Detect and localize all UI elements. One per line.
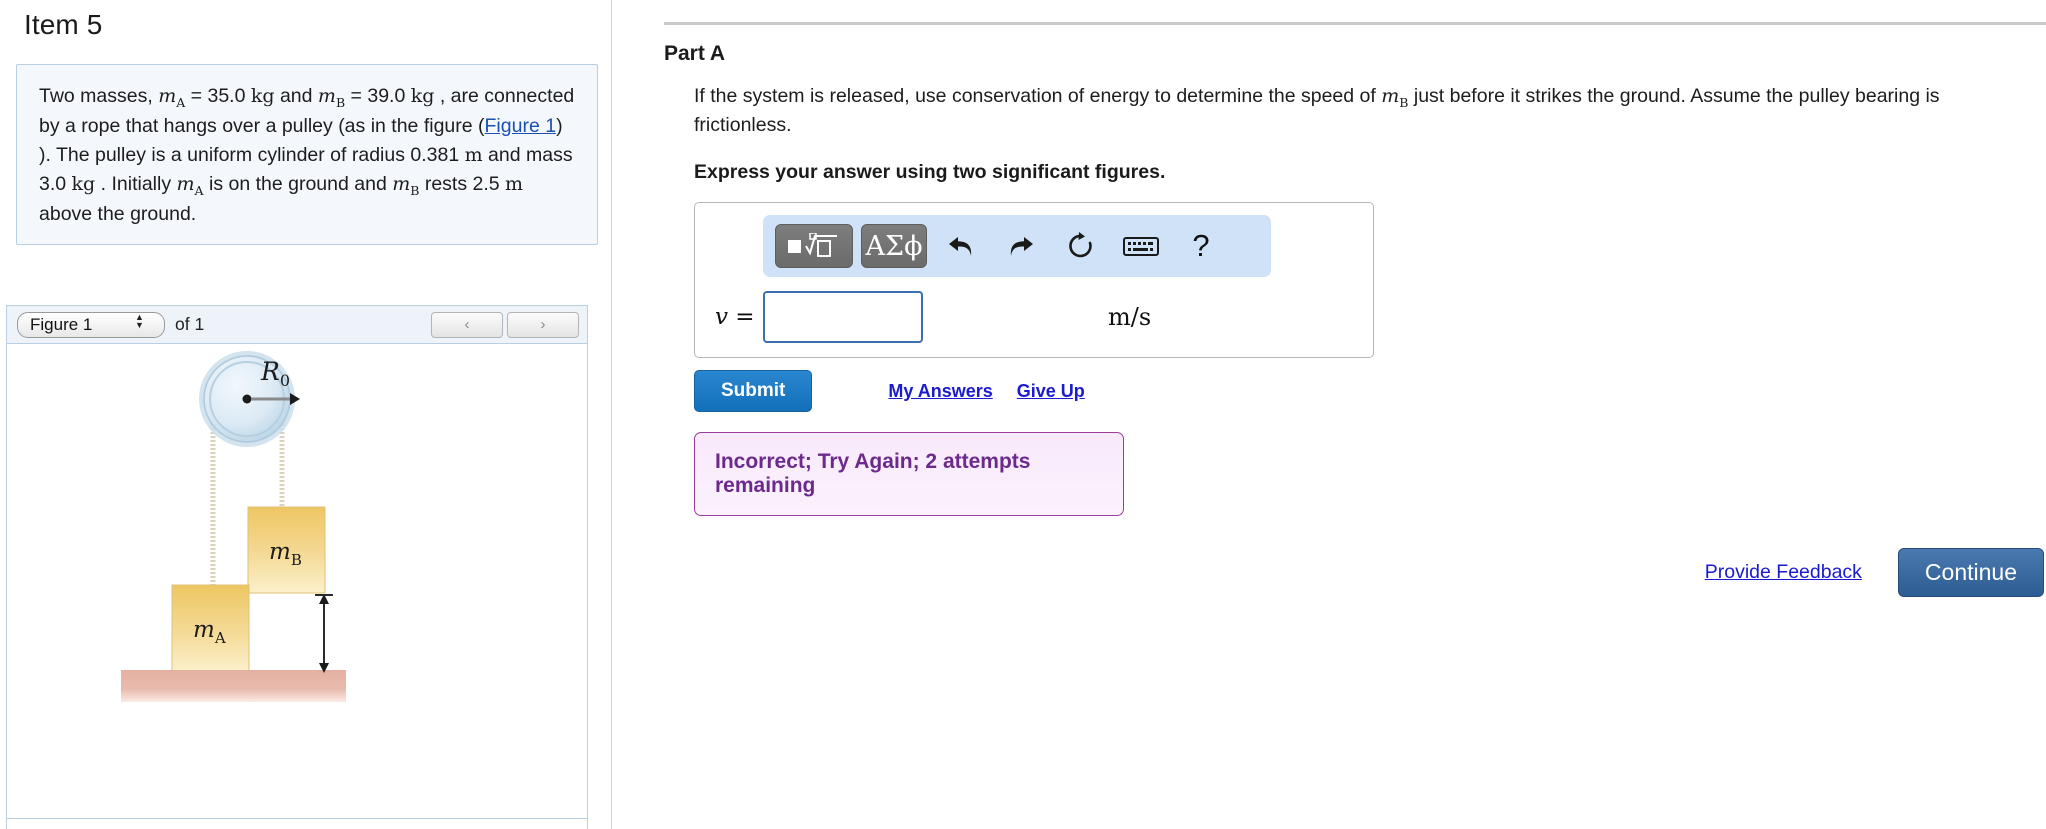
problem-eq-1: = 35.0 [185, 85, 251, 107]
answer-format-instruction: Express your answer using two significan… [694, 161, 1166, 184]
figure-nav-group: ‹ › [431, 311, 579, 338]
problem-seg-6: . Initially [95, 172, 177, 195]
page-title: Item 5 [24, 9, 103, 40]
answer-unit-label: m/s [1108, 303, 1152, 332]
feedback-banner: Incorrect; Try Again; 2 attempts remaini… [694, 432, 1124, 517]
figure-prev-button[interactable]: ‹ [431, 311, 503, 338]
chevron-right-icon: › [540, 316, 546, 333]
continue-button[interactable]: Continue [1897, 548, 2044, 597]
section-divider [664, 22, 2046, 25]
figure-next-button[interactable]: › [507, 311, 579, 338]
figure-footer [6, 819, 588, 829]
answer-row: v = m/s [709, 291, 1359, 344]
help-icon: ? [1192, 228, 1210, 264]
figure-toolbar: Figure 1 ▲ ▼ of 1 ‹ › [6, 305, 588, 343]
my-answers-link[interactable]: My Answers [888, 381, 992, 402]
unit-kg-2: kg [410, 85, 435, 107]
problem-seg-8: rests 2.5 [419, 172, 506, 195]
pulley-radius-label: R0 [260, 357, 290, 390]
figure-canvas[interactable]: R0 mB mA [6, 343, 588, 819]
provide-feedback-link[interactable]: Provide Feedback [1705, 561, 1862, 584]
answer-input[interactable] [763, 291, 923, 344]
page-root: Item 5 Two masses, mA = 35.0 kg and mB =… [0, 0, 2046, 829]
redo-icon [1010, 237, 1033, 257]
answer-variable-label: v = [715, 304, 755, 331]
figure-select[interactable]: Figure 1 [17, 311, 165, 338]
question-text: If the system is released, use conservat… [694, 83, 2034, 139]
left-pane: Item 5 Two masses, mA = 35.0 kg and mB =… [0, 0, 612, 829]
reset-button[interactable] [1055, 224, 1107, 268]
mass-a-symbol-2: mA [176, 172, 204, 198]
undo-button[interactable] [935, 224, 987, 268]
part-a-body: If the system is released, use conservat… [694, 83, 2046, 517]
problem-text: Two masses, mA = 35.0 kg and mB = 39.0 k… [39, 82, 577, 229]
question-mass-b-symbol: mB [1381, 85, 1409, 110]
figure-1-link[interactable]: Figure 1 [485, 115, 557, 137]
math-template-button[interactable] [775, 224, 853, 269]
math-template-icon [788, 233, 837, 258]
chevron-left-icon: ‹ [464, 316, 470, 333]
undo-icon [949, 237, 972, 257]
pulley-radius-arrow [290, 393, 300, 405]
redo-button[interactable] [995, 224, 1047, 268]
question-seg-1: If the system is released, use conservat… [694, 85, 1382, 107]
submit-row: Submit My Answers Give Up [694, 370, 2046, 413]
pulley-figure-svg: R0 mB mA [121, 351, 346, 702]
greek-symbols-icon: ΑΣϕ [865, 230, 923, 262]
pulley-center-dot [242, 394, 252, 404]
mass-a-symbol: mA [158, 85, 186, 110]
unit-kg-1: kg [250, 85, 275, 107]
figure-panel: Figure 1 ▲ ▼ of 1 ‹ › R0 mB mA [6, 305, 588, 829]
figure-count-label: of 1 [175, 314, 205, 334]
right-pane: Part A If the system is released, use co… [612, 0, 2046, 829]
problem-seg-9: above the ground. [39, 202, 197, 225]
keyboard-icon [1123, 237, 1159, 257]
submit-button[interactable]: Submit [694, 370, 813, 413]
unit-m-2: m [505, 172, 524, 195]
help-button[interactable]: ? [1175, 224, 1227, 268]
problem-seg-1: Two masses, [39, 85, 159, 107]
math-toolbar: ΑΣϕ ? [763, 215, 1271, 278]
problem-eq-2: = 39.0 [345, 85, 411, 107]
problem-statement-box: Two masses, mA = 35.0 kg and mB = 39.0 k… [16, 64, 598, 245]
give-up-link[interactable]: Give Up [1017, 381, 1085, 402]
reset-icon [1069, 232, 1092, 258]
problem-seg-2: and [274, 85, 318, 107]
answer-entry-panel: ΑΣϕ ? v = m/s [694, 202, 1374, 359]
unit-m-1: m [464, 143, 483, 166]
mass-b-symbol: mB [317, 85, 346, 110]
footer-actions: Provide Feedback Continue [1705, 548, 2044, 597]
problem-seg-7: is on the ground and [203, 172, 393, 195]
greek-symbols-button[interactable]: ΑΣϕ [861, 224, 927, 269]
mass-b-symbol-2: mB [392, 172, 420, 198]
ground-surface [121, 670, 346, 702]
unit-kg-3: kg [71, 172, 96, 195]
keyboard-button[interactable] [1115, 224, 1167, 268]
part-a-title: Part A [664, 42, 726, 65]
